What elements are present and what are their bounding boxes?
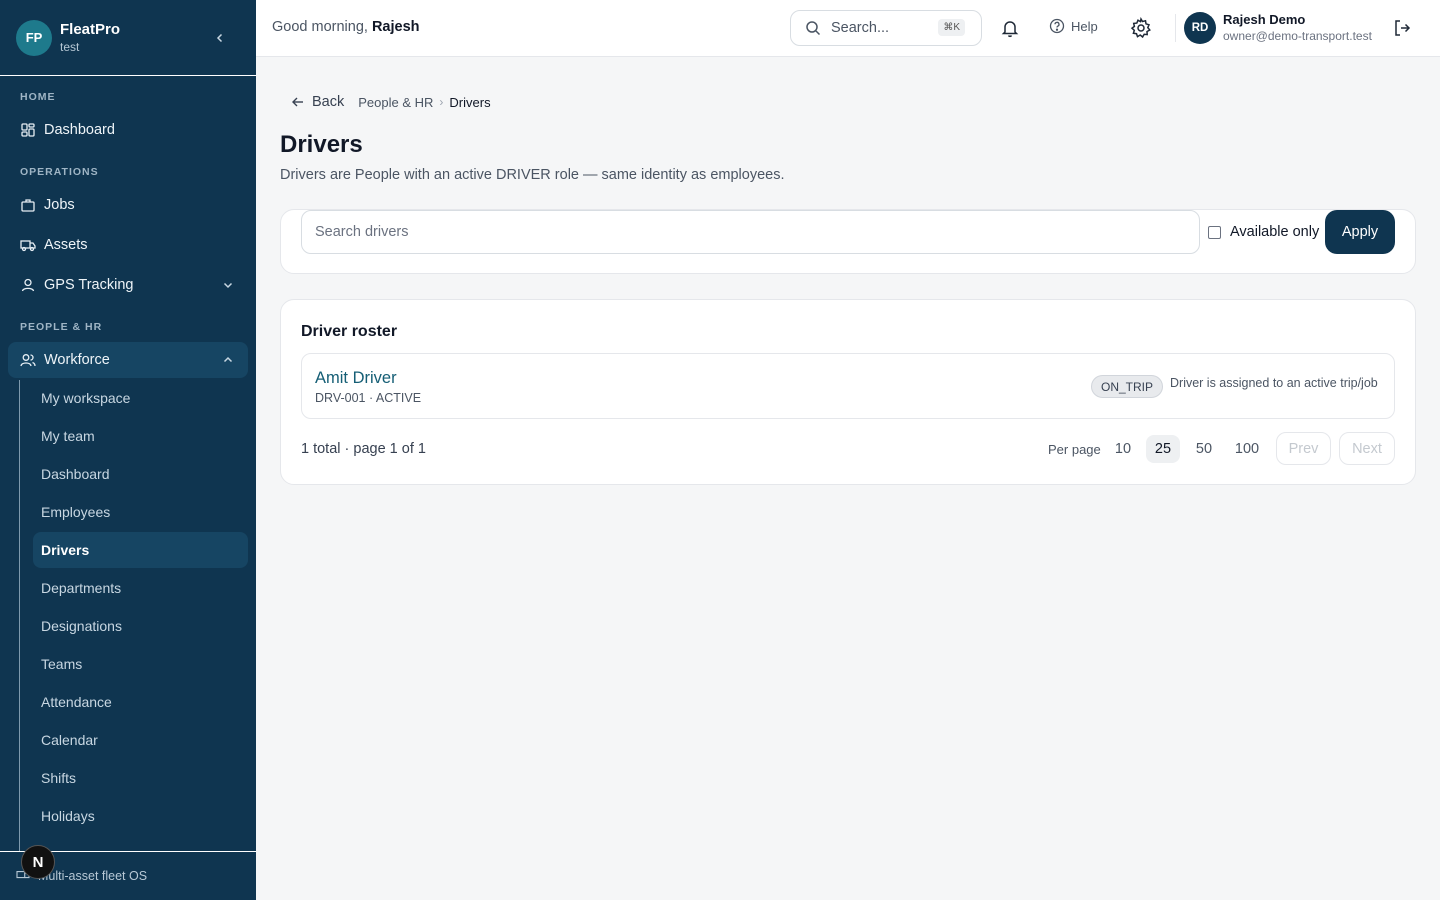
chevron-down-icon: [222, 279, 234, 291]
help-button[interactable]: Help: [1049, 18, 1098, 34]
driver-meta: DRV-001 · ACTIVE: [315, 391, 422, 405]
search-icon: [805, 20, 821, 36]
apply-button[interactable]: Apply: [1325, 210, 1395, 254]
global-search[interactable]: Search... ⌘K: [790, 10, 982, 46]
sidebar: FP FleatPro test HOME Dashboard OPERATIO…: [0, 0, 256, 900]
status-badge: ON_TRIP: [1091, 375, 1164, 398]
greeting: Good morning, Rajesh: [272, 19, 420, 35]
user-email: owner@demo-transport.test: [1223, 29, 1372, 43]
per-page-option-50[interactable]: 50: [1189, 435, 1219, 463]
greeting-name: Rajesh: [371, 19, 420, 35]
chevron-right-icon: ›: [439, 95, 444, 109]
sidebar-subitem-designations[interactable]: Designations: [33, 608, 248, 644]
avatar[interactable]: RD: [1184, 12, 1216, 44]
dev-tools-badge[interactable]: N: [21, 845, 55, 879]
per-page-option-25[interactable]: 25: [1146, 435, 1180, 463]
submenu-guide-line: [19, 380, 20, 852]
brand-header: FP FleatPro test: [0, 0, 256, 76]
header-divider: [1175, 14, 1176, 42]
available-only-checkbox[interactable]: Available only: [1208, 224, 1319, 240]
truck-icon: [20, 237, 36, 253]
breadcrumb: Back People & HR › Drivers: [291, 94, 491, 110]
bell-icon[interactable]: [1000, 18, 1020, 38]
sidebar-subitem-departments[interactable]: Departments: [33, 570, 248, 606]
sidebar-subitem-employees[interactable]: Employees: [33, 494, 248, 530]
page-description: Drivers are People with an active DRIVER…: [280, 167, 785, 183]
sidebar-subitem-teams[interactable]: Teams: [33, 646, 248, 682]
per-page-option-10[interactable]: 10: [1109, 435, 1137, 463]
back-label: Back: [312, 94, 345, 110]
gear-icon[interactable]: [1130, 16, 1152, 39]
logout-icon[interactable]: [1392, 18, 1412, 38]
global-search-placeholder: Search...: [831, 20, 890, 36]
sidebar-item-label: Dashboard: [44, 122, 115, 138]
sidebar-item-dashboard[interactable]: Dashboard: [8, 112, 248, 148]
person-pin-icon: [20, 277, 36, 293]
sidebar-footer-text: Multi-asset fleet OS: [38, 869, 148, 883]
users-icon: [20, 352, 36, 368]
greeting-text: Good morning,: [272, 19, 368, 35]
main-content: Back People & HR › Drivers Drivers Drive…: [256, 57, 1440, 900]
driver-name-link[interactable]: Amit Driver: [315, 369, 397, 388]
top-header: Good morning, Rajesh Search... ⌘K Help R…: [256, 0, 1440, 57]
question-circle-icon: [1049, 18, 1065, 34]
sidebar-subitem-attendance[interactable]: Attendance: [33, 684, 248, 720]
driver-row[interactable]: Amit Driver DRV-001 · ACTIVE ON_TRIP Dri…: [301, 353, 1395, 419]
sidebar-subitem-holidays[interactable]: Holidays: [33, 798, 248, 834]
sidebar-item-label: Workforce: [44, 352, 110, 368]
sidebar-subitem-dashboard[interactable]: Dashboard: [33, 456, 248, 492]
brand-logo: FP: [16, 19, 52, 56]
sidebar-item-label: Assets: [44, 237, 88, 253]
section-label-operations: OPERATIONS: [20, 166, 99, 178]
prev-page-button[interactable]: Prev: [1276, 432, 1331, 465]
sidebar-item-jobs[interactable]: Jobs: [8, 187, 248, 223]
sidebar-item-assets[interactable]: Assets: [8, 227, 248, 263]
briefcase-icon: [20, 197, 36, 213]
filter-card: Available only Apply: [280, 209, 1416, 274]
sidebar-item-label: Jobs: [44, 197, 75, 213]
breadcrumb-current: Drivers: [449, 94, 491, 110]
next-page-button[interactable]: Next: [1339, 432, 1395, 465]
page-title: Drivers: [280, 131, 363, 158]
sidebar-subitem-calendar[interactable]: Calendar: [33, 722, 248, 758]
collapse-sidebar-chevron-left-icon[interactable]: [212, 30, 228, 46]
back-button[interactable]: Back: [291, 94, 344, 110]
sidebar-subitem-my-team[interactable]: My team: [33, 418, 248, 454]
brand-name: FleatPro: [60, 21, 121, 38]
user-name: Rajesh Demo: [1223, 12, 1306, 27]
breadcrumb-people-hr[interactable]: People & HR: [358, 95, 433, 110]
brand-subtitle: test: [60, 40, 80, 54]
arrow-left-icon: [291, 95, 305, 109]
sidebar-subitem-my-workspace[interactable]: My workspace: [33, 380, 248, 416]
section-label-people-hr: PEOPLE & HR: [20, 321, 103, 333]
sidebar-item-gps-tracking[interactable]: GPS Tracking: [8, 267, 248, 303]
sidebar-subitem-shifts[interactable]: Shifts: [33, 760, 248, 796]
search-drivers-input[interactable]: [301, 210, 1200, 254]
sidebar-item-label: GPS Tracking: [44, 277, 134, 293]
available-only-label: Available only: [1230, 224, 1320, 240]
dashboard-icon: [20, 122, 36, 138]
roster-title: Driver roster: [301, 323, 398, 340]
sidebar-item-workforce[interactable]: Workforce: [8, 342, 248, 378]
pagination-summary: 1 total · page 1 of 1: [301, 441, 426, 457]
help-label: Help: [1071, 18, 1098, 34]
sidebar-subitem-drivers[interactable]: Drivers: [33, 532, 248, 568]
status-description: Driver is assigned to an active trip/job: [1170, 376, 1378, 390]
driver-roster-card: Driver roster Amit Driver DRV-001 · ACTI…: [280, 299, 1416, 485]
chevron-up-icon: [222, 354, 234, 366]
per-page-option-100[interactable]: 100: [1227, 435, 1267, 463]
search-shortcut-badge: ⌘K: [938, 19, 965, 36]
section-label-home: HOME: [20, 91, 56, 103]
per-page-label: Per page: [1048, 442, 1101, 457]
checkbox-box[interactable]: [1208, 225, 1221, 239]
